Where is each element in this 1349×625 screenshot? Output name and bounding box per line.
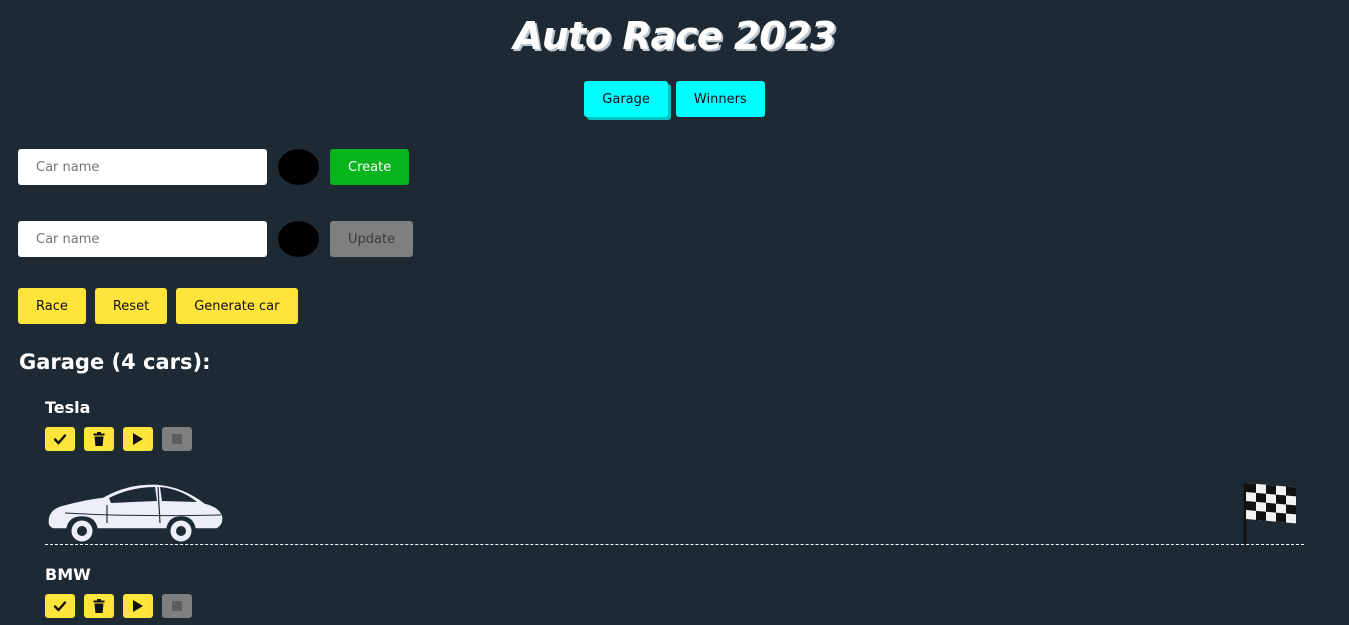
car-actions [45,427,1304,451]
stop-icon [172,601,182,611]
create-car-button[interactable]: Create [330,149,410,185]
create-car-color-picker[interactable] [278,149,319,185]
check-icon [53,601,67,612]
main-nav: Garage Winners [0,81,1349,117]
generate-cars-button[interactable]: Generate car [176,288,298,324]
car-icon [47,483,224,545]
stop-engine-button[interactable] [162,427,192,451]
car-lane: Tesla [45,397,1304,545]
car-lane: BMW [45,564,1304,618]
create-car-name-input[interactable] [18,149,267,185]
play-icon [133,600,143,612]
remove-car-button[interactable] [84,594,114,618]
start-engine-button[interactable] [123,594,153,618]
create-car-form: Create [18,149,410,185]
race-controls: Race Reset Generate car [18,288,298,324]
race-button[interactable]: Race [18,288,86,324]
garage-tab-button[interactable]: Garage [584,81,668,117]
checkered-flag-icon [1243,483,1296,545]
start-engine-button[interactable] [123,427,153,451]
update-car-button[interactable]: Update [330,221,414,257]
winners-tab-button[interactable]: Winners [675,81,765,117]
reset-button[interactable]: Reset [94,288,168,324]
stop-engine-button[interactable] [162,594,192,618]
play-icon [133,433,143,445]
race-track [45,457,1304,545]
app-root: Auto Race 2023 Garage Winners Create Upd… [0,0,1349,625]
select-car-button[interactable] [45,594,75,618]
update-car-color-picker[interactable] [278,221,319,257]
trash-icon [93,599,105,613]
update-car-form: Update [18,221,414,257]
stop-icon [172,434,182,444]
update-car-name-input[interactable] [18,221,267,257]
track-line [45,544,1304,545]
trash-icon [93,432,105,446]
select-car-button[interactable] [45,427,75,451]
remove-car-button[interactable] [84,427,114,451]
car-name: Tesla [45,398,91,417]
car-name: BMW [45,565,91,584]
car-actions [45,594,1304,618]
garage-heading: Garage (4 cars): [19,350,211,374]
app-title: Auto Race 2023 [513,14,836,58]
check-icon [53,434,67,445]
